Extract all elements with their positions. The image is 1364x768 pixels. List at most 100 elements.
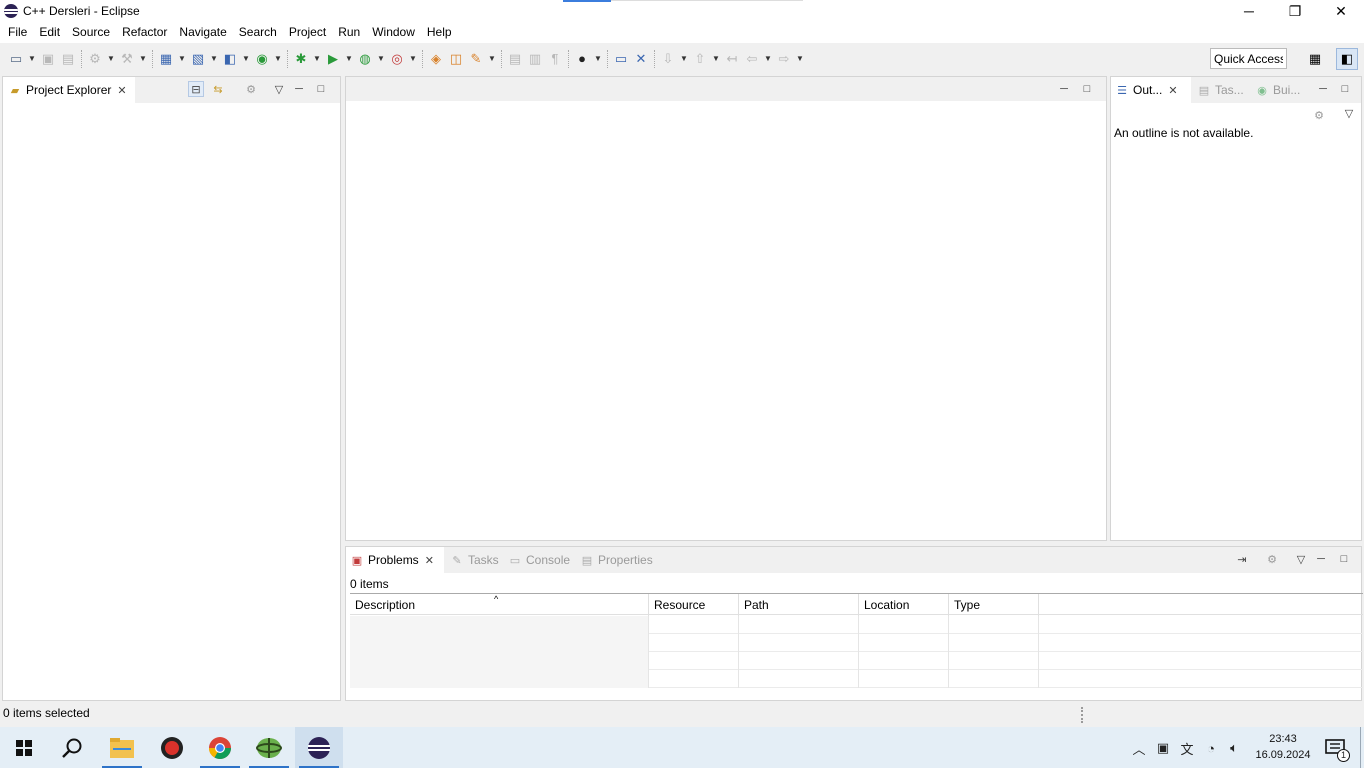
menu-refactor[interactable]: Refactor (116, 22, 173, 43)
next-annotation-icon[interactable]: ⇩ (659, 50, 677, 68)
save-icon[interactable]: ▣ (39, 50, 57, 68)
search-button[interactable] (48, 727, 96, 768)
show-hidden-icons-icon[interactable]: ︿ (1130, 739, 1148, 757)
network-app-button[interactable] (245, 727, 293, 768)
volume-icon[interactable]: 🔈︎ (1225, 739, 1243, 757)
maximize-editor-icon[interactable]: □ (1079, 81, 1095, 97)
hammer-icon[interactable]: ⚒ (118, 50, 136, 68)
new-project-dropdown-icon[interactable]: ▼ (177, 50, 187, 68)
toggle-block-icon[interactable]: ▥ (526, 50, 544, 68)
new-dropdown-icon[interactable]: ▼ (27, 50, 37, 68)
minimize-view-icon[interactable]: ─ (1315, 81, 1331, 97)
build-dropdown-icon[interactable]: ▼ (106, 50, 116, 68)
column-location[interactable]: Location (859, 594, 949, 616)
meet-now-icon[interactable]: ▣ (1154, 739, 1172, 757)
menu-help[interactable]: Help (421, 22, 458, 43)
new-cpp-project-icon[interactable]: ▦ (157, 50, 175, 68)
menu-search[interactable]: Search (233, 22, 283, 43)
menu-edit[interactable]: Edit (33, 22, 66, 43)
tab-problems[interactable]: ▣ Problems ✕ (346, 547, 444, 573)
menu-project[interactable]: Project (283, 22, 332, 43)
minimize-view-icon[interactable]: ─ (1313, 551, 1329, 567)
run-coverage-icon[interactable]: ◍ (356, 50, 374, 68)
filter-icon[interactable]: ⚙ (1311, 107, 1327, 123)
build-icon[interactable]: ⚙ (86, 50, 104, 68)
menu-navigate[interactable]: Navigate (173, 22, 232, 43)
link-with-editor-icon[interactable]: ⇆ (210, 81, 226, 97)
new-class-dropdown-icon[interactable]: ▼ (241, 50, 251, 68)
run-dropdown-icon[interactable]: ▼ (344, 50, 354, 68)
eclipse-taskbar-button[interactable] (295, 727, 343, 768)
coverage-dropdown-icon[interactable]: ▼ (376, 50, 386, 68)
column-type[interactable]: Type (949, 594, 1039, 616)
column-description[interactable]: Description ^ (350, 594, 649, 616)
column-resource[interactable]: Resource (649, 594, 739, 616)
previous-annotation-icon[interactable]: ⇧ (691, 50, 709, 68)
maximize-view-icon[interactable]: □ (313, 81, 329, 97)
next-annotation-dropdown-icon[interactable]: ▼ (679, 50, 689, 68)
quick-access-input[interactable] (1210, 48, 1287, 69)
back-icon[interactable]: ⇦ (743, 50, 761, 68)
external-tools-icon[interactable]: ◎ (388, 50, 406, 68)
search-flashlight-icon[interactable]: ✎ (467, 50, 485, 68)
toggle-mark-icon[interactable]: ▤ (506, 50, 524, 68)
menu-window[interactable]: Window (366, 22, 421, 43)
last-edit-icon[interactable]: ↤ (723, 50, 741, 68)
tab-project-explorer[interactable]: ▰ Project Explorer ✕ (3, 77, 135, 103)
view-menu-icon[interactable]: ▽ (1341, 105, 1357, 121)
tab-properties[interactable]: ▤ Properties (580, 547, 653, 573)
tab-task-list[interactable]: ▤ Tas... (1197, 77, 1244, 103)
forward-icon[interactable]: ⇨ (775, 50, 793, 68)
forward-dropdown-icon[interactable]: ▼ (795, 50, 805, 68)
file-explorer-button[interactable] (98, 727, 146, 768)
new-file-icon[interactable]: ◉ (253, 50, 271, 68)
new-class-icon[interactable]: ◧ (221, 50, 239, 68)
new-file-dropdown-icon[interactable]: ▼ (273, 50, 283, 68)
search-dropdown-icon[interactable]: ▼ (487, 50, 497, 68)
new-icon[interactable]: ▭ (7, 50, 25, 68)
tab-tasks[interactable]: ✎ Tasks (450, 547, 498, 573)
focus-active-icon[interactable]: ⇥ (1234, 551, 1250, 567)
tab-outline[interactable]: ☰ Out... ✕ (1111, 77, 1191, 103)
tab-build-targets[interactable]: ◉ Bui... (1255, 77, 1300, 103)
terminal-icon[interactable]: ▭ (612, 50, 630, 68)
previous-annotation-dropdown-icon[interactable]: ▼ (711, 50, 721, 68)
show-desktop-edge[interactable] (1360, 727, 1361, 768)
new-folder-dropdown-icon[interactable]: ▼ (209, 50, 219, 68)
filter-icon[interactable]: ⚙ (1264, 551, 1280, 567)
filter-icon[interactable]: ⚙ (243, 81, 259, 97)
back-dropdown-icon[interactable]: ▼ (763, 50, 773, 68)
column-path[interactable]: Path (739, 594, 859, 616)
debug-dropdown-icon[interactable]: ▼ (312, 50, 322, 68)
chrome-button[interactable] (196, 727, 244, 768)
view-menu-icon[interactable]: ▽ (271, 81, 287, 97)
status-grip[interactable] (1081, 707, 1083, 723)
notifications-button[interactable]: 1 (1324, 737, 1350, 762)
debug-icon[interactable]: ✱ (292, 50, 310, 68)
minimize-view-icon[interactable]: ─ (291, 81, 307, 97)
profile-dropdown-icon[interactable]: ▼ (593, 50, 603, 68)
open-folder-icon[interactable]: ◫ (447, 50, 465, 68)
start-button[interactable] (0, 727, 48, 768)
hammer-dropdown-icon[interactable]: ▼ (138, 50, 148, 68)
save-all-icon[interactable]: ▤ (59, 50, 77, 68)
restore-button[interactable]: ❐ (1272, 0, 1318, 22)
menu-source[interactable]: Source (66, 22, 116, 43)
tab-console[interactable]: ▭ Console (508, 547, 570, 573)
pin-icon[interactable]: ✕ (632, 50, 650, 68)
wifi-icon[interactable]: ◔ (1202, 739, 1220, 757)
maximize-view-icon[interactable]: □ (1336, 551, 1352, 567)
run-icon[interactable]: ▶ (324, 50, 342, 68)
view-menu-icon[interactable]: ▽ (1293, 551, 1309, 567)
new-folder-icon[interactable]: ▧ (189, 50, 207, 68)
app-red-button[interactable] (148, 727, 196, 768)
maximize-view-icon[interactable]: □ (1337, 81, 1353, 97)
taskbar-clock[interactable]: 23:43 16.09.2024 (1255, 731, 1311, 763)
external-tools-dropdown-icon[interactable]: ▼ (408, 50, 418, 68)
menu-file[interactable]: File (2, 22, 33, 43)
collapse-all-icon[interactable]: ⊟ (188, 81, 204, 97)
menu-run[interactable]: Run (332, 22, 366, 43)
profile-icon[interactable]: ● (573, 50, 591, 68)
open-type-icon[interactable]: ◈ (427, 50, 445, 68)
open-perspective-icon[interactable]: ▦ (1304, 48, 1326, 70)
